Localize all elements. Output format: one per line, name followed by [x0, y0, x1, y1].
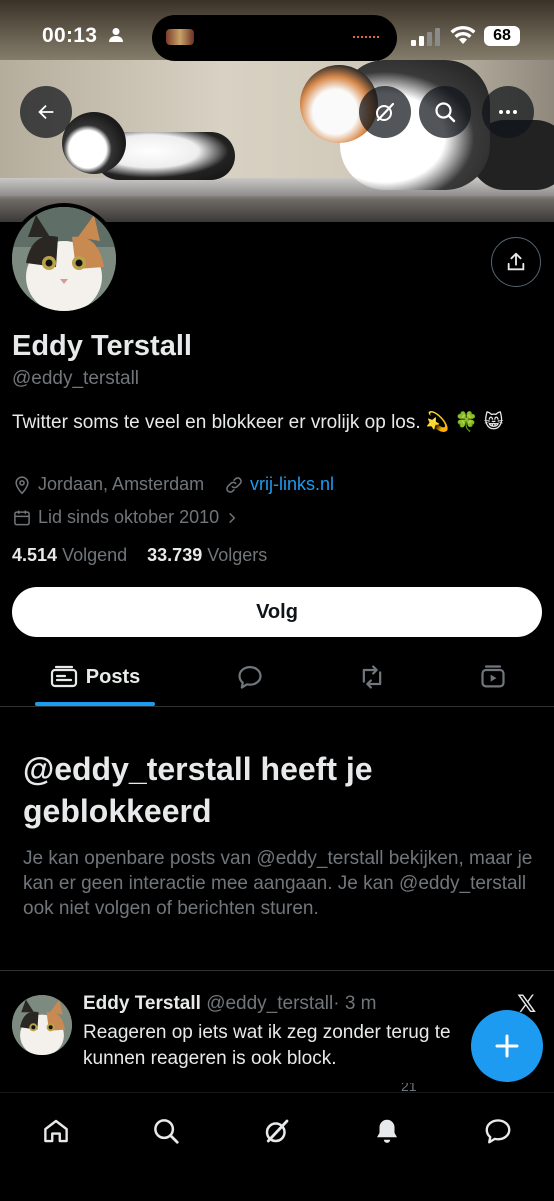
joined-text: Lid sinds oktober 2010 [38, 507, 220, 527]
follow-button[interactable]: Volg [12, 587, 542, 637]
profile-tabs: Posts [0, 648, 554, 707]
profile-name: Eddy Terstall [12, 330, 192, 362]
now-playing-thumbnail [166, 29, 194, 45]
search-button[interactable] [419, 86, 471, 138]
profile-handle: @eddy_terstall [12, 368, 140, 389]
reposts-tab-icon [362, 665, 382, 689]
post-handle[interactable]: @eddy_terstall [206, 993, 333, 1014]
media-tab-icon [481, 665, 505, 688]
signal-icon [411, 28, 440, 46]
wifi-icon [450, 25, 476, 44]
person-icon [109, 28, 123, 42]
battery-indicator: 68 [484, 26, 520, 46]
search-icon [435, 102, 456, 123]
grok-icon [265, 1119, 289, 1143]
audio-indicator [353, 36, 379, 41]
profile-bio: Twitter soms te veel en blokkeer er vrol… [12, 412, 504, 433]
arrow-left-icon [38, 104, 54, 120]
location-pin-icon [15, 475, 29, 494]
compose-button[interactable] [471, 1010, 543, 1082]
website-link[interactable]: vrij-links.nl [250, 474, 334, 495]
location-text: Jordaan, Amsterdam [38, 474, 205, 494]
followers-label: Volgers [207, 545, 268, 565]
nav-home[interactable] [36, 1111, 76, 1151]
tab-media[interactable] [468, 648, 518, 706]
post-views[interactable]: 21 [401, 1083, 417, 1093]
plus-icon [495, 1034, 519, 1058]
divider [0, 970, 554, 971]
share-icon [507, 252, 525, 271]
post-avatar[interactable] [12, 995, 72, 1055]
following-count: 4.514 [12, 545, 58, 565]
more-icon [499, 110, 517, 114]
cat-avatar-image [12, 995, 72, 1055]
back-button[interactable] [20, 86, 72, 138]
profile-avatar[interactable] [8, 203, 120, 315]
calendar-icon [14, 510, 30, 525]
profile-joined[interactable]: Lid sinds oktober 2010 [12, 507, 239, 528]
tab-replies[interactable] [225, 648, 275, 706]
tab-posts-label: Posts [85, 665, 141, 688]
blocked-description: Je kan openbare posts van @eddy_terstall… [23, 848, 533, 919]
nav-messages[interactable] [478, 1111, 518, 1151]
post-text: Reageren op iets wat ik zeg zonder terug… [83, 1022, 451, 1069]
replies-tab-icon [238, 665, 262, 689]
following-link[interactable]: 4.514 Volgend [12, 545, 127, 565]
profile-location: Jordaan, Amsterdam [12, 474, 204, 495]
status-time: 00:13 [42, 24, 98, 47]
post-author[interactable]: Eddy Terstall [83, 993, 201, 1014]
posts-tab-icon [50, 665, 77, 688]
nav-notifications[interactable] [367, 1111, 407, 1151]
cat-avatar-image [12, 207, 116, 311]
search-icon [154, 1119, 179, 1144]
link-icon [226, 476, 242, 493]
dynamic-island [152, 15, 397, 61]
post-time: · 3 m [333, 993, 377, 1014]
active-tab-indicator [35, 702, 155, 706]
tab-posts[interactable]: Posts [35, 648, 155, 706]
chat-icon [485, 1119, 511, 1144]
bell-icon [377, 1119, 397, 1143]
more-button[interactable] [482, 86, 534, 138]
followers-link[interactable]: 33.739 Volgers [147, 545, 267, 565]
chevron-right-icon [229, 512, 236, 523]
grok-button[interactable] [359, 86, 411, 138]
follow-stats: 4.514 Volgend 33.739 Volgers [12, 545, 267, 566]
status-bar: 00:13 68 [0, 0, 554, 70]
home-icon [44, 1119, 68, 1143]
grok-icon [376, 102, 395, 122]
nav-search[interactable] [146, 1111, 186, 1151]
bottom-navigation [0, 1092, 554, 1201]
post-header: Eddy Terstall @eddy_terstall· 3 m [83, 993, 377, 1015]
blocked-title: @eddy_terstall heeft je geblokkeerd [23, 751, 373, 829]
nav-grok[interactable] [257, 1111, 297, 1151]
profile-website[interactable]: vrij-links.nl [224, 474, 334, 495]
tab-reposts[interactable] [347, 648, 397, 706]
following-label: Volgend [62, 545, 128, 565]
share-button[interactable] [491, 237, 541, 287]
followers-count: 33.739 [147, 545, 203, 565]
